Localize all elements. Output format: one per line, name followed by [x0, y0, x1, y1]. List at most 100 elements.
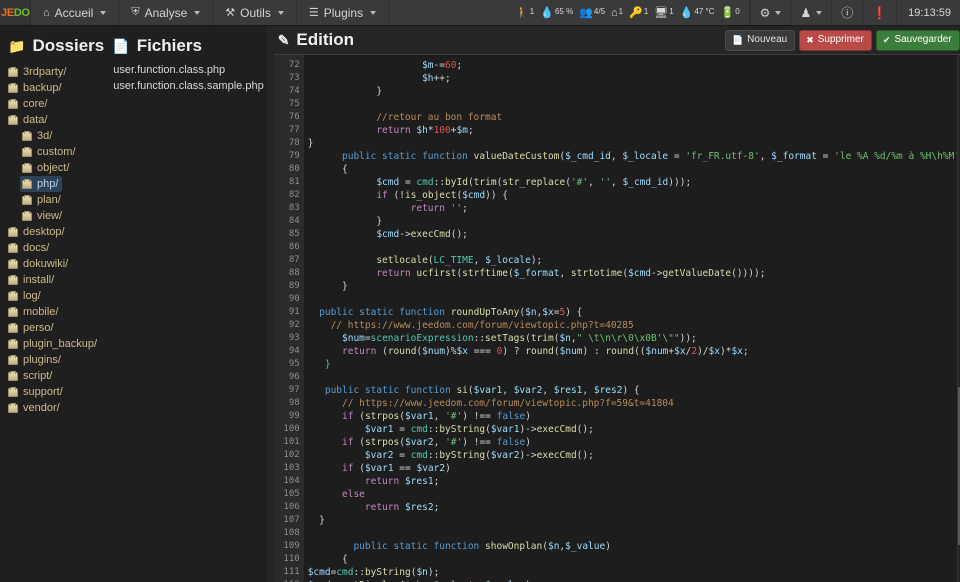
folder-item[interactable]: perso/ [6, 320, 58, 336]
folder-icon [8, 386, 18, 397]
code-line: public static function roundUpToAny($n,$… [319, 307, 583, 318]
folder-icon [8, 82, 18, 93]
status-humidity-value: 65 % [554, 6, 574, 16]
supprimer-button[interactable]: ✖ Supprimer [799, 29, 872, 51]
file-item[interactable]: user.function.class.php [110, 62, 228, 78]
folder-icon [8, 290, 18, 301]
code-line: } [342, 281, 348, 292]
folder-item[interactable]: data/ [6, 112, 51, 128]
status-house[interactable]: ⌂ 1 [611, 7, 623, 19]
folder-item[interactable]: support/ [6, 384, 67, 400]
code-line: } [319, 515, 325, 526]
dossiers-title: Dossiers [32, 36, 105, 55]
code-line: $num=scenarioExpression::setTags(trim($n… [342, 333, 697, 344]
folder-icon [8, 226, 18, 237]
code-line: return $res2; [364, 502, 440, 513]
folder-item[interactable]: desktop/ [6, 224, 69, 240]
status-battery[interactable]: 🔋 0 [721, 7, 740, 19]
line-number: 79 [288, 151, 300, 161]
folder-item-label: vendor/ [23, 402, 60, 414]
folder-item[interactable]: docs/ [6, 240, 53, 256]
line-number: 111 [283, 567, 300, 577]
status-people[interactable]: 👥 4/5 [579, 7, 605, 19]
alert-circle-icon: ❗ [872, 5, 888, 20]
folder-item[interactable]: php/ [20, 176, 63, 192]
nav-item-plugins-label: Plugins [323, 5, 364, 20]
status-key[interactable]: 🔑 1 [629, 7, 648, 19]
nouveau-button[interactable]: 📄 Nouveau [724, 29, 796, 51]
folder-item[interactable]: script/ [6, 368, 56, 384]
key-icon: 🔑 [629, 6, 643, 19]
nouveau-button-label: Nouveau [747, 33, 788, 45]
folder-item[interactable]: plan/ [20, 192, 65, 208]
line-number: 91 [288, 307, 300, 317]
folder-item-label: data/ [23, 114, 48, 126]
alert-button[interactable]: ❗ [863, 0, 898, 25]
nav-item-analyse[interactable]: ⛨ Analyse [119, 0, 214, 25]
line-number: 106 [283, 502, 300, 512]
folder-item[interactable]: 3d/ [20, 128, 56, 144]
code-line: // https://www.jeedom.com/forum/viewtopi… [330, 320, 634, 331]
folder-item[interactable]: plugin_backup/ [6, 336, 101, 352]
folder-icon [8, 402, 18, 413]
folder-item-label: desktop/ [23, 226, 65, 238]
nav-item-accueil-label: Accueil [54, 5, 94, 20]
line-number: 81 [288, 177, 300, 187]
code-line: if (!is_object($cmd)) { [376, 190, 508, 201]
folder-item[interactable]: backup/ [6, 80, 66, 96]
line-number: 78 [288, 138, 300, 148]
status-person-walking[interactable]: 🚶 1 [515, 7, 534, 19]
folder-icon [22, 130, 32, 141]
supprimer-button-label: Supprimer [817, 33, 864, 45]
settings-menu-button[interactable]: ⚙ [749, 0, 792, 25]
status-temperature[interactable]: 💧 47 °C [680, 7, 715, 19]
code-line: return ''; [410, 203, 468, 214]
dossiers-panel: 📁 Dossiers 3rdparty/backup/core/data/3d/… [0, 26, 105, 582]
status-people-value: 4/5 [593, 6, 606, 16]
folder-item[interactable]: object/ [20, 160, 73, 176]
folder-item[interactable]: core/ [6, 96, 51, 112]
folder-item[interactable]: plugins/ [6, 352, 65, 368]
user-menu-button[interactable]: ♟ [791, 0, 833, 25]
line-number: 95 [288, 359, 300, 369]
folder-item[interactable]: view/ [20, 208, 66, 224]
code-line: $m-=60; [422, 60, 463, 71]
sauvegarder-button[interactable]: ✔ Sauvegarder [875, 29, 960, 51]
nav-item-plugins[interactable]: ☰ Plugins [297, 0, 390, 25]
top-navbar: JEDOM ⌂ Accueil ⛨ Analyse ⚒ Outils ☰ Plu… [0, 0, 960, 26]
code-line: $var1 = cmd::byString($var1)->execCmd(); [364, 424, 594, 435]
folder-item[interactable]: dokuwiki/ [6, 256, 72, 272]
folder-item[interactable]: vendor/ [6, 400, 64, 416]
status-humidity[interactable]: 💧 65 % [540, 7, 573, 19]
status-screen-value: 1 [669, 6, 674, 16]
status-screen[interactable]: 🖥 1 [654, 7, 673, 19]
folder-tree: 3rdparty/backup/core/data/3d/custom/obje… [6, 64, 104, 416]
brand-text: JEDOM [1, 7, 30, 19]
folder-item[interactable]: install/ [6, 272, 58, 288]
folder-icon [8, 322, 18, 333]
editor-title: Edition [296, 30, 355, 49]
nav-item-accueil[interactable]: ⌂ Accueil [31, 0, 120, 25]
code-line: $cmd->execCmd(); [376, 229, 468, 240]
folder-item[interactable]: custom/ [20, 144, 80, 160]
folder-icon [8, 338, 18, 349]
folder-item[interactable]: 3rdparty/ [6, 64, 70, 80]
folder-item[interactable]: mobile/ [6, 304, 62, 320]
cross-icon: ✖ [806, 34, 814, 45]
code-editor[interactable]: 72 73 74 75 76 77 78 79 80 81 82 83 84 85 86 87 88 89 90 91… [273, 54, 960, 582]
file-item[interactable]: user.function.class.sample.php [110, 78, 266, 94]
page-body: 📁 Dossiers 3rdparty/backup/core/data/3d/… [0, 26, 960, 582]
shield-icon: ⛨ [131, 6, 140, 18]
line-number-gutter: 72 73 74 75 76 77 78 79 80 81 82 83 84 85 86 87 88 89 90 91… [273, 55, 304, 582]
code-line: $h++; [422, 73, 451, 84]
nav-item-outils[interactable]: ⚒ Outils [213, 0, 297, 25]
help-button[interactable]: ⓘ [832, 0, 864, 25]
brand-logo[interactable]: JEDOM [0, 0, 31, 25]
folder-item-label: object/ [37, 162, 70, 174]
folder-item-label: support/ [23, 386, 63, 398]
line-number: 82 [288, 190, 300, 200]
fichiers-title: Fichiers [136, 36, 202, 55]
folder-item[interactable]: log/ [6, 288, 45, 304]
code-content[interactable]: $m-=60; $h++; } //retour au bon format r… [304, 55, 960, 582]
